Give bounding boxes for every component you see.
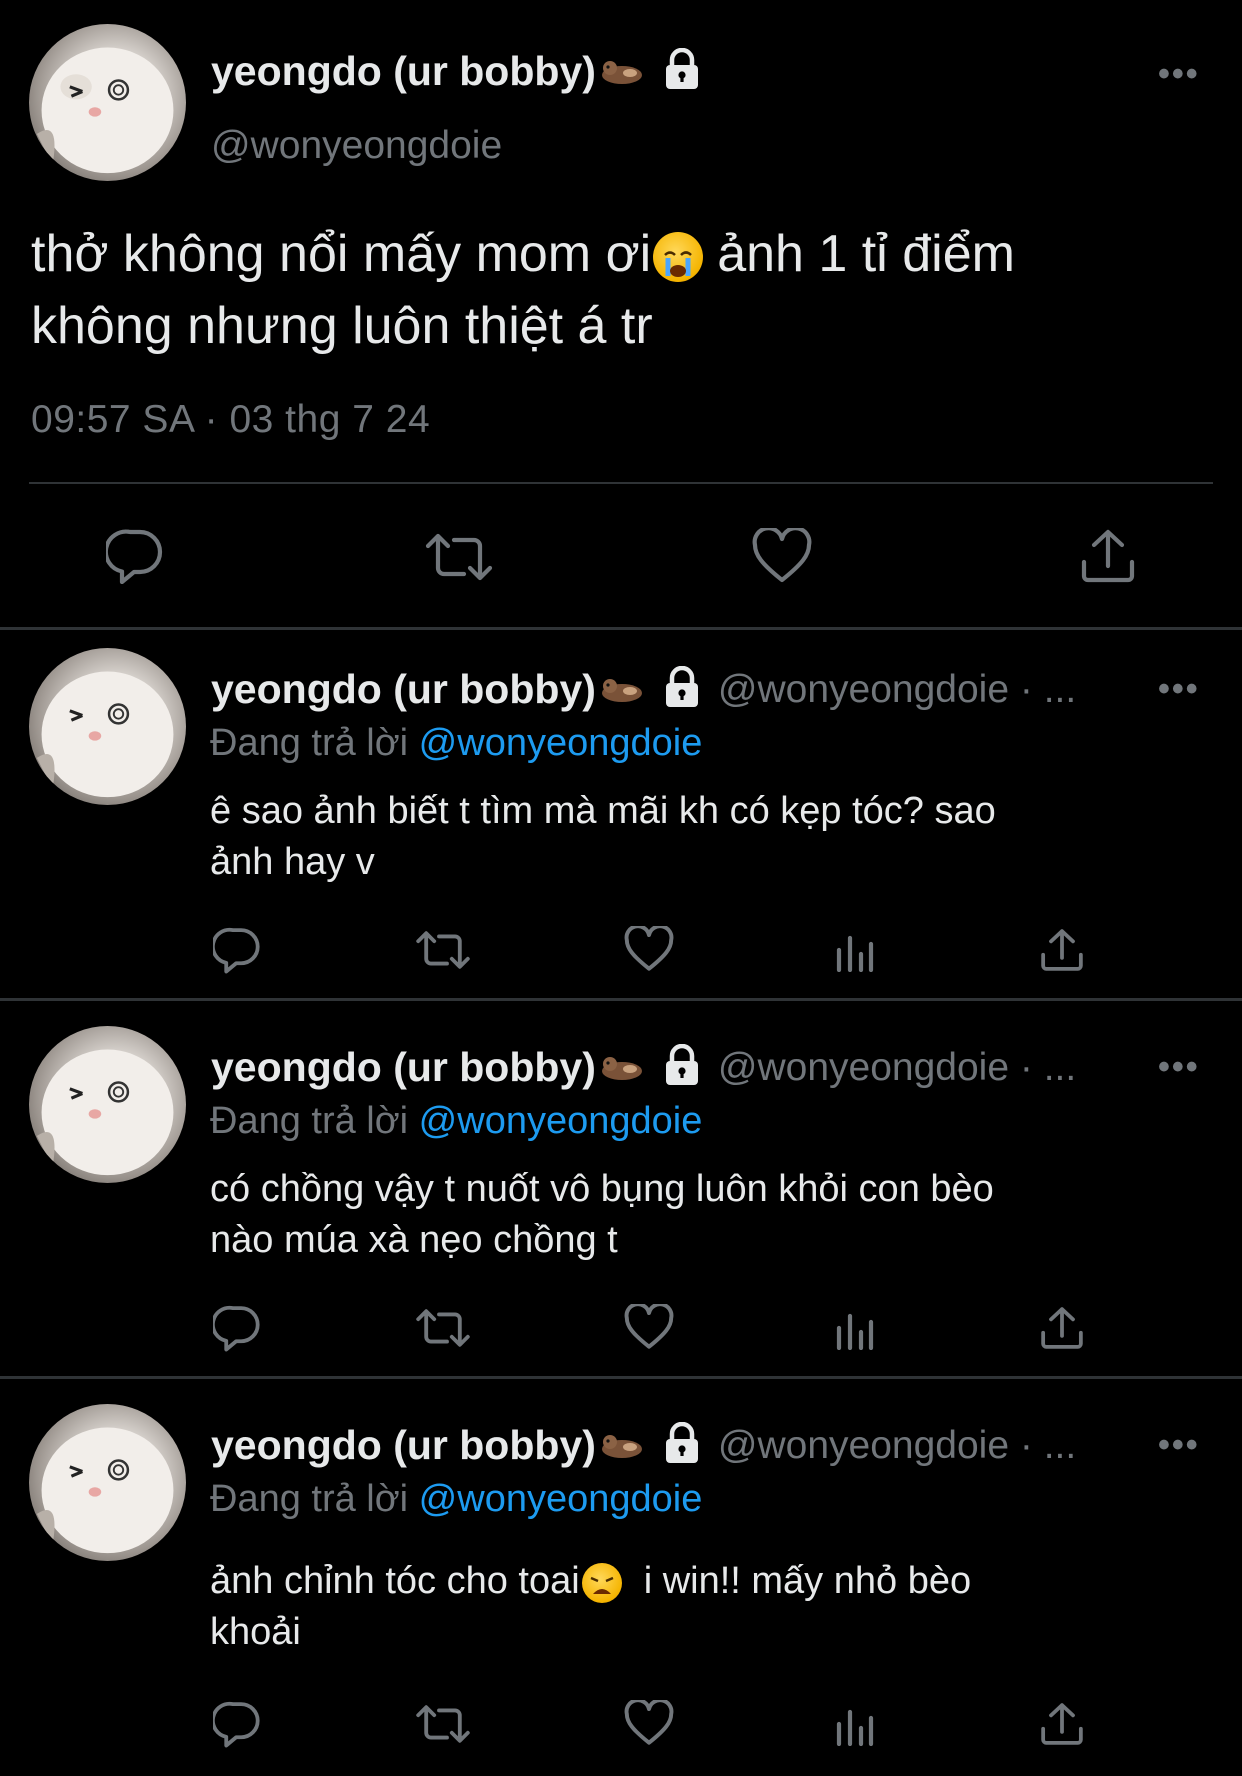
otter-emoji-icon [600,675,644,705]
avatar[interactable] [29,648,186,805]
tweet-text-line: không nhưng luôn thiệt á tr [31,297,653,355]
divider [0,1376,1242,1379]
author-handle[interactable]: @wonyeongdoie · ... [718,1424,1076,1468]
retweet-button[interactable] [415,1306,471,1355]
more-options-button[interactable]: ••• [1158,1048,1200,1087]
tweet-text-line: ảnh hay v [210,841,375,883]
tweet-text-line: nào múa xà nẹo chồng t [210,1219,618,1261]
display-name[interactable]: yeongdo (ur bobby) [211,48,596,95]
weary-face-emoji-icon [581,1562,622,1603]
author-handle[interactable]: @wonyeongdoie · ... [718,668,1076,712]
tweet-text: ê sao ảnh biết t tìm mà mãi kh có kẹp tó… [210,786,1170,888]
display-name[interactable]: yeongdo (ur bobby) [211,666,596,713]
avatar[interactable] [29,24,186,181]
share-button[interactable] [1040,1702,1084,1751]
mention-link[interactable]: @wonyeongdoie [419,722,703,764]
author-name-row: yeongdo (ur bobby) @wonyeongdoie · ... [211,1043,1076,1091]
replying-to: Đang trả lời @wonyeongdoie [210,722,703,764]
tweet-text-line: ê sao ảnh biết t tìm mà mãi kh có kẹp tó… [210,790,996,832]
more-options-button[interactable]: ••• [1158,55,1200,94]
like-button[interactable] [624,924,674,977]
main-tweet: yeongdo (ur bobby) @wonyeongdoie ••• thở… [0,0,1242,630]
replying-to: Đang trả lời @wonyeongdoie [210,1478,703,1520]
divider [29,482,1213,484]
retweet-button[interactable] [424,530,494,589]
reply-button[interactable] [210,1304,261,1357]
tweet-timestamp[interactable]: 09:57 SA · 03 thg 7 24 [31,398,430,442]
like-button[interactable] [624,1302,674,1355]
display-name[interactable]: yeongdo (ur bobby) [211,1422,596,1469]
reply-button[interactable] [210,1700,261,1753]
reply-button[interactable] [103,528,164,589]
author-handle[interactable]: @wonyeongdoie · ... [718,1046,1076,1090]
views-button[interactable] [835,1704,875,1751]
author-name-row: yeongdo (ur bobby) [211,47,702,95]
lock-icon [662,47,702,95]
avatar[interactable] [29,1026,186,1183]
share-button[interactable] [1040,928,1084,977]
tweet-text-line: ảnh chỉnh tóc cho toai [210,1560,580,1602]
tweet-text-line: thở không nổi mấy mom ơi [31,225,652,283]
mention-link[interactable]: @wonyeongdoie [419,1478,703,1520]
avatar[interactable] [29,1404,186,1561]
more-options-button[interactable]: ••• [1158,1426,1200,1465]
lock-icon [662,1421,702,1469]
tweet-text: có chồng vậy t nuốt vô bụng luôn khỏi co… [210,1164,1170,1266]
share-button[interactable] [1040,1306,1084,1355]
retweet-button[interactable] [415,1702,471,1751]
otter-emoji-icon [600,1053,644,1083]
author-name-row: yeongdo (ur bobby) @wonyeongdoie · ... [211,1421,1076,1469]
author-name-row: yeongdo (ur bobby) @wonyeongdoie · ... [211,665,1076,713]
crying-face-emoji-icon [653,232,704,283]
divider [0,627,1242,630]
like-button[interactable] [624,1698,674,1751]
lock-icon [662,1043,702,1091]
otter-emoji-icon [600,1431,644,1461]
tweet-text-line: ảnh 1 tỉ điểm [717,225,1015,283]
reply-button[interactable] [210,926,261,979]
views-button[interactable] [835,930,875,977]
tweet-text: thở không nổi mấy mom ơi ảnh 1 tỉ điểm k… [31,218,1211,362]
like-button[interactable] [752,526,812,589]
tweet-text-line: i win!! mấy nhỏ bèo [643,1560,972,1602]
replying-to: Đang trả lời @wonyeongdoie [210,1100,703,1142]
divider [0,998,1242,1001]
display-name[interactable]: yeongdo (ur bobby) [211,1044,596,1091]
share-button[interactable] [1080,528,1136,589]
more-options-button[interactable]: ••• [1158,670,1200,709]
views-button[interactable] [835,1308,875,1355]
tweet-text-line: khoải [210,1611,301,1653]
tweet-text-line: có chồng vậy t nuốt vô bụng luôn khỏi co… [210,1168,994,1210]
mention-link[interactable]: @wonyeongdoie [419,1100,703,1142]
lock-icon [662,665,702,713]
tweet-text: ảnh chỉnh tóc cho toai i win!! mấy nhỏ b… [210,1556,1170,1658]
retweet-button[interactable] [415,928,471,977]
author-handle[interactable]: @wonyeongdoie [211,124,502,168]
otter-emoji-icon [600,57,644,87]
